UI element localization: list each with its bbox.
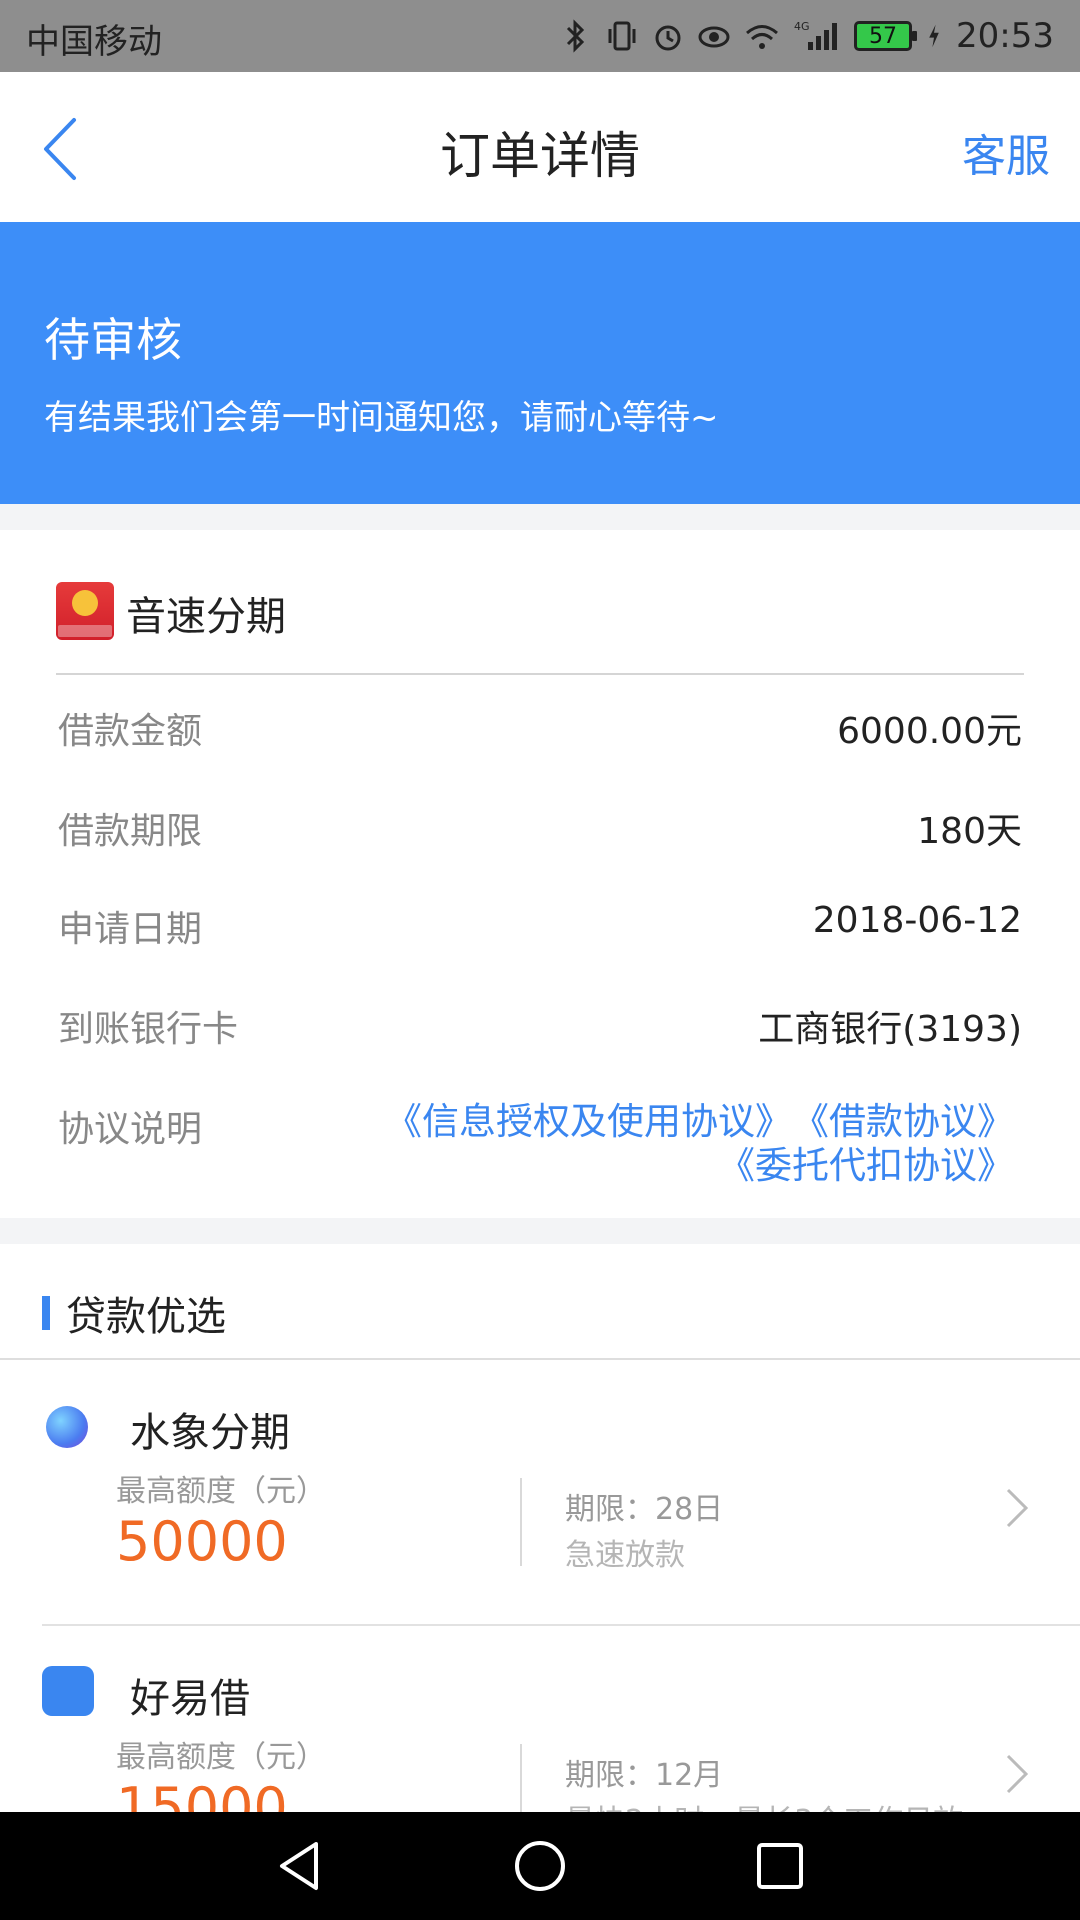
agreement-links: 《信息授权及使用协议》《借款协议》 《委托代扣协议》	[314, 1100, 1014, 1188]
loan-item[interactable]: 水象分期 最高额度（元） 50000 期限：28日 急速放款	[0, 1360, 1080, 1600]
eye-icon	[698, 26, 730, 48]
apply-date-label: 申请日期	[58, 909, 203, 950]
bank-card-label: 到账银行卡	[58, 1009, 239, 1050]
order-detail-screen: 中国移动 4G 57 20:53 订单详情 客服 待审核 有结果我们会第一时间通…	[0, 0, 1080, 1920]
vibrate-icon	[608, 21, 636, 51]
loan-term: 期限：28日	[565, 1492, 724, 1527]
loan-product-name: 水象分期	[130, 1410, 290, 1456]
apply-date-value: 2018-06-12	[812, 900, 1022, 941]
system-navigation-bar	[0, 1812, 1080, 1920]
max-limit-label: 最高额度（元）	[116, 1474, 326, 1509]
carrier-name: 中国移动	[26, 22, 162, 62]
section-accent-bar	[42, 1296, 50, 1330]
system-recents-button[interactable]	[750, 1836, 810, 1896]
system-home-button[interactable]	[510, 1836, 570, 1896]
alarm-icon	[655, 25, 681, 51]
page-title: 订单详情	[440, 127, 640, 185]
water-logo-icon	[46, 1406, 88, 1448]
loan-term-label: 借款期限	[58, 811, 203, 852]
wifi-icon	[746, 25, 778, 49]
loan-agreement-link[interactable]: 《借款协议》	[792, 1100, 1014, 1144]
chevron-right-icon	[1006, 1488, 1029, 1528]
loan-term: 期限：12月	[565, 1758, 724, 1793]
battery-icon: 57	[854, 21, 918, 51]
lender-app-name: 音速分期	[126, 594, 286, 640]
order-detail-card: 音速分期 借款金额 6000.00元 借款期限 180天 申请日期 2018-0…	[0, 530, 1080, 1218]
chevron-right-icon	[1006, 1754, 1029, 1794]
navigation-bar: 订单详情 客服	[0, 72, 1080, 222]
status-bar: 中国移动 4G 57 20:53	[0, 0, 1080, 72]
system-back-button[interactable]	[270, 1836, 330, 1896]
loan-term-value: 180天	[917, 811, 1022, 852]
svg-text:4G: 4G	[794, 20, 810, 33]
clock: 20:53	[956, 16, 1054, 56]
signal-4g-icon: 4G	[794, 20, 838, 50]
vertical-divider	[520, 1478, 522, 1566]
haoyijie-logo-icon	[42, 1666, 94, 1716]
customer-service-button[interactable]: 客服	[962, 120, 1050, 184]
loan-feature: 急速放款	[565, 1538, 685, 1573]
app-logo-icon	[56, 582, 114, 640]
bank-card-value: 工商银行(3193)	[758, 1009, 1022, 1050]
max-limit-amount: 50000	[116, 1510, 288, 1573]
loan-amount-value: 6000.00元	[837, 711, 1022, 752]
info-authorization-agreement-link[interactable]: 《信息授权及使用协议》	[385, 1100, 792, 1144]
entrusted-deduction-agreement-link[interactable]: 《委托代扣协议》	[718, 1144, 1014, 1188]
section-title: 贷款优选	[66, 1294, 226, 1340]
status-banner: 待审核 有结果我们会第一时间通知您，请耐心等待~	[0, 222, 1080, 504]
status-icons: 4G 57 20:53	[560, 12, 1054, 60]
agreement-label: 协议说明	[58, 1109, 203, 1150]
order-status-description: 有结果我们会第一时间通知您，请耐心等待~	[44, 398, 719, 438]
charging-icon	[929, 24, 939, 48]
divider	[56, 673, 1024, 675]
loan-product-name: 好易借	[130, 1676, 250, 1722]
order-status-title: 待审核	[44, 313, 182, 367]
loan-amount-label: 借款金额	[58, 711, 203, 752]
bluetooth-icon	[566, 19, 585, 53]
max-limit-label: 最高额度（元）	[116, 1740, 326, 1775]
